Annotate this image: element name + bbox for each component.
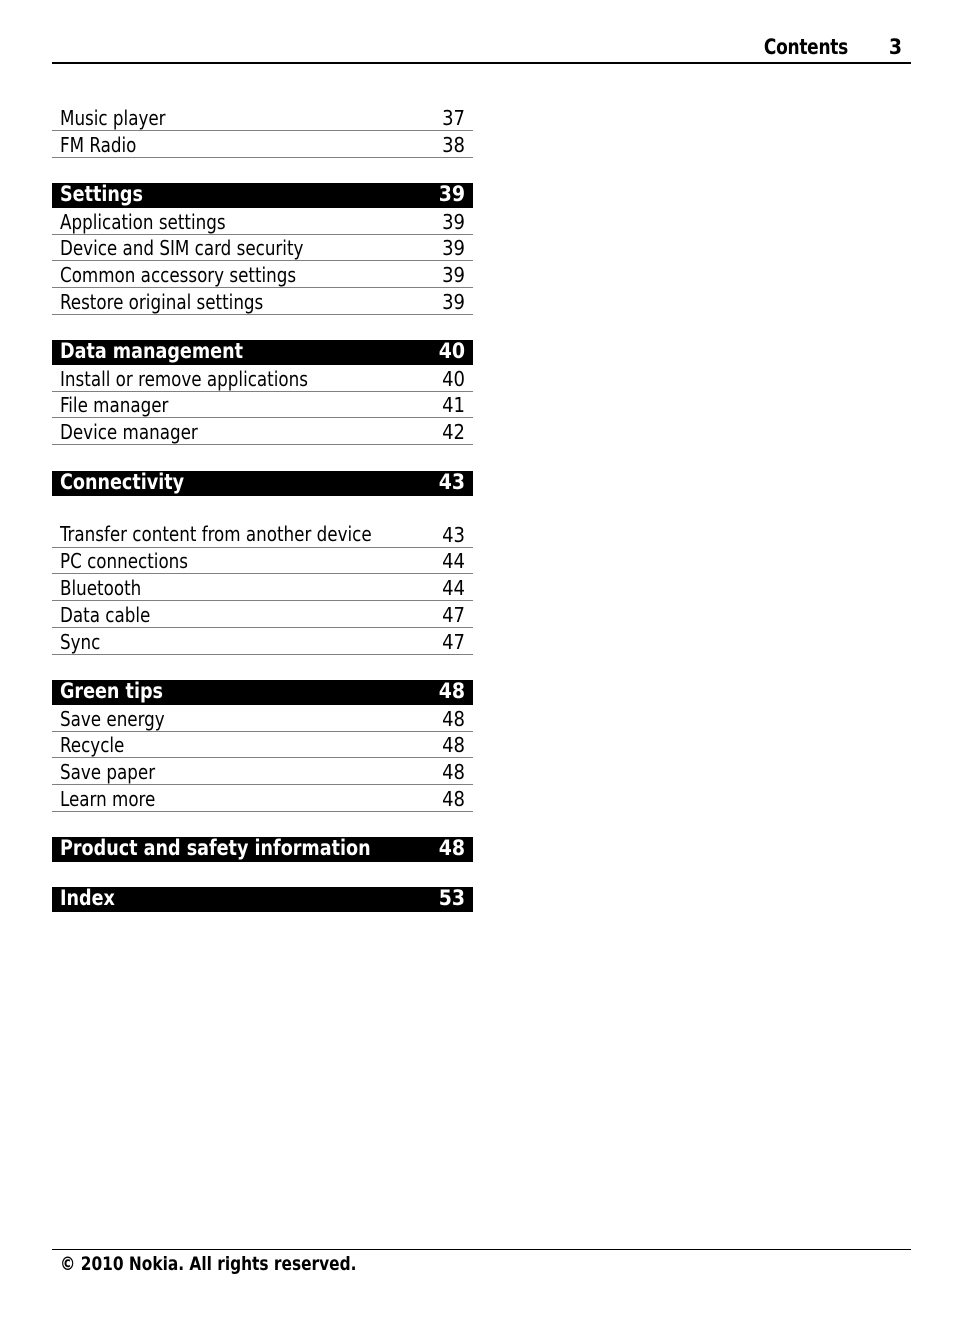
toc-entry-fm-radio[interactable]: FM Radio 38 [52,131,473,158]
section-title: Green tips [60,679,164,703]
toc-entry-page: 41 [442,393,465,417]
toc-entry-pc-connections[interactable]: PC connections 44 [52,548,473,574]
toc-entry-device-sim-security[interactable]: Device and SIM card security 39 [52,235,473,261]
toc-entry-sync[interactable]: Sync 47 [52,628,473,655]
toc-entry-restore-original-settings[interactable]: Restore original settings 39 [52,288,473,315]
toc-entry-label: Device manager [60,420,198,444]
toc-entry-label: PC connections [60,549,189,573]
toc-entry-data-cable[interactable]: Data cable 47 [52,601,473,628]
toc-entry-page: 38 [442,133,465,157]
toc-entry-page: 47 [442,630,465,654]
toc-entry-save-paper[interactable]: Save paper 48 [52,758,473,785]
toc-entry-label: Transfer content from another device [60,522,372,546]
toc-entry-page: 48 [442,707,465,731]
toc-entry-label: Bluetooth [60,576,142,600]
toc-entry-label: Sync [60,630,101,654]
section-page: 40 [438,339,465,363]
toc-entry-common-accessory-settings[interactable]: Common accessory settings 39 [52,261,473,288]
toc-entry-bluetooth[interactable]: Bluetooth 44 [52,574,473,601]
toc-entry-label: Save energy [60,707,165,731]
toc-entry-page: 48 [442,733,465,757]
toc-entry-label: Common accessory settings [60,263,297,287]
section-title: Settings [60,182,143,206]
toc-entry-save-energy[interactable]: Save energy 48 [52,705,473,732]
toc-entry-page: 42 [442,420,465,444]
toc-entry-page: 39 [442,236,465,260]
toc-entry-label: Learn more [60,787,156,811]
toc-entry-transfer-content[interactable]: Transfer content from another device 43 [52,496,473,548]
toc-entry-page: 48 [442,760,465,784]
toc-entry-label: Device and SIM card security [60,236,304,260]
toc-entry-device-manager[interactable]: Device manager 42 [52,418,473,445]
toc-entry-application-settings[interactable]: Application settings 39 [52,208,473,235]
toc-entry-label: Data cable [60,603,151,627]
toc-entry-page: 48 [442,787,465,811]
header-rule [52,62,911,64]
toc-entry-music-player[interactable]: Music player 37 [52,104,473,131]
toc-section-data-management[interactable]: Data management 40 [52,339,473,365]
copyright-notice: © 2010 Nokia. All rights reserved. [60,1253,357,1275]
toc-entry-page: 44 [442,576,465,600]
footer-rule [52,1249,911,1250]
toc-entry-label: Install or remove applications [60,367,308,391]
section-page: 43 [438,470,465,494]
toc-entry-label: Music player [60,106,166,130]
section-page: 48 [438,679,465,703]
toc-entry-learn-more[interactable]: Learn more 48 [52,785,473,812]
section-title: Data management [60,339,243,363]
toc-entry-label: Restore original settings [60,290,264,314]
toc-section-product-safety[interactable]: Product and safety information 48 [52,836,473,862]
running-header-title: Contents [763,35,848,59]
toc-entry-recycle[interactable]: Recycle 48 [52,732,473,758]
toc-entry-page: 39 [442,263,465,287]
toc-entry-page: 47 [442,603,465,627]
toc-section-settings[interactable]: Settings 39 [52,182,473,208]
toc-entry-install-remove-applications[interactable]: Install or remove applications 40 [52,365,473,392]
section-title: Index [60,886,115,910]
toc-section-index[interactable]: Index 53 [52,886,473,912]
toc-entry-label: Recycle [60,733,125,757]
toc-entry-label: Application settings [60,210,226,234]
section-title: Connectivity [60,470,185,494]
toc-entry-page: 39 [442,290,465,314]
toc-entry-file-manager[interactable]: File manager 41 [52,392,473,418]
toc-entry-label: FM Radio [60,133,137,157]
toc-entry-page: 43 [442,523,465,547]
toc-section-connectivity[interactable]: Connectivity 43 [52,470,473,496]
toc-entry-page: 40 [442,367,465,391]
page-number: 3 [888,35,902,59]
section-page: 48 [438,836,465,860]
section-page: 53 [438,886,465,910]
toc-entry-page: 44 [442,549,465,573]
toc-entry-page: 39 [442,210,465,234]
toc-entry-label: File manager [60,393,169,417]
section-page: 39 [438,182,465,206]
toc-section-green-tips[interactable]: Green tips 48 [52,679,473,705]
toc-entry-label: Save paper [60,760,156,784]
section-title: Product and safety information [60,836,371,860]
toc-entry-page: 37 [442,106,465,130]
